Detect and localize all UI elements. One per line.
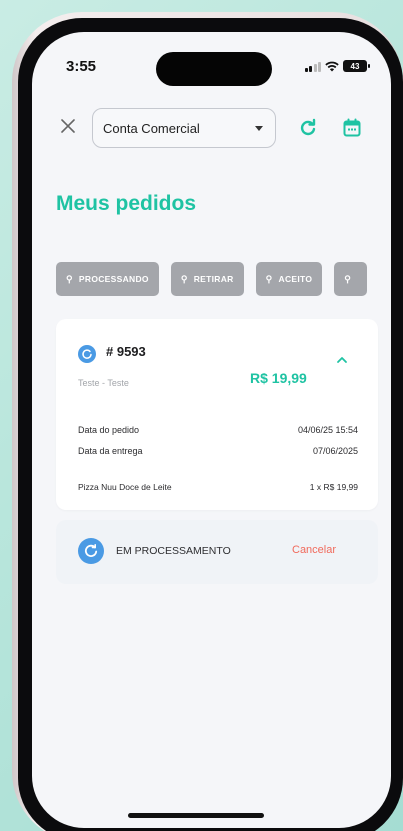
cancel-order-button[interactable]: Cancelar (292, 544, 336, 556)
detail-row-delivery-date: Data da entrega 07/06/2025 (78, 446, 358, 456)
filter-chip-label: PROCESSANDO (78, 274, 149, 284)
account-select[interactable]: Conta Comercial (92, 108, 276, 148)
home-indicator[interactable] (128, 813, 264, 818)
status-filter-chips: ⚲ PROCESSANDO ⚲ RETIRAR ⚲ ACEITO ⚲ (56, 262, 368, 296)
cellular-signal-icon (304, 61, 321, 72)
item-qty-price: 1 x R$ 19,99 (309, 482, 358, 492)
refresh-button[interactable] (298, 118, 318, 138)
wifi-icon (325, 61, 339, 71)
phone-bezel: 3:55 43 Conta Comercial Meus pedidos ⚲ P… (18, 18, 403, 831)
top-bar: Conta Comercial (32, 108, 391, 150)
battery-level: 43 (350, 61, 360, 71)
chevron-down-icon (255, 125, 263, 131)
close-icon (61, 119, 75, 133)
processing-status-icon (78, 345, 96, 363)
filter-chip-processando[interactable]: ⚲ PROCESSANDO (56, 262, 159, 296)
account-select-value: Conta Comercial (103, 120, 200, 136)
phone-frame: 3:55 43 Conta Comercial Meus pedidos ⚲ P… (12, 12, 403, 831)
filter-chip-retirar[interactable]: ⚲ RETIRAR (170, 262, 244, 296)
search-icon: ⚲ (265, 273, 273, 284)
dynamic-island (156, 52, 272, 86)
status-time: 3:55 (66, 58, 97, 75)
order-total: R$ 19,99 (250, 370, 307, 386)
chevron-up-icon[interactable] (336, 355, 348, 365)
order-item-row: Pizza Nuu Doce de Leite 1 x R$ 19,99 (78, 482, 358, 492)
item-name: Pizza Nuu Doce de Leite (78, 482, 172, 492)
order-status-bar: EM PROCESSAMENTO Cancelar (56, 520, 378, 584)
search-icon: ⚲ (344, 273, 352, 284)
calendar-button[interactable] (342, 118, 362, 138)
status-icons: 43 (304, 60, 370, 72)
processing-status-icon (78, 538, 104, 564)
filter-chip-label: ACEITO (278, 274, 313, 284)
filter-chip-more[interactable]: ⚲ (334, 262, 368, 296)
detail-label: Data da entrega (78, 446, 143, 456)
detail-value: 07/06/2025 (312, 446, 358, 456)
app-screen: 3:55 43 Conta Comercial Meus pedidos ⚲ P… (32, 32, 391, 828)
filter-chip-aceito[interactable]: ⚲ ACEITO (255, 262, 323, 296)
order-card[interactable]: # 9593 Teste - Teste R$ 19,99 Data do pe… (56, 319, 378, 510)
detail-label: Data do pedido (78, 425, 140, 435)
detail-row-order-date: Data do pedido 04/06/25 15:54 (78, 425, 358, 435)
close-button[interactable] (58, 116, 78, 136)
page-title: Meus pedidos (56, 192, 197, 215)
detail-value: 04/06/25 15:54 (297, 425, 358, 435)
order-status-label: EM PROCESSAMENTO (116, 545, 231, 557)
calendar-icon (343, 118, 361, 137)
battery-icon: 43 (343, 60, 370, 72)
search-icon: ⚲ (180, 273, 188, 284)
order-customer: Teste - Teste (78, 378, 129, 388)
refresh-icon (300, 118, 316, 136)
search-icon: ⚲ (66, 273, 73, 284)
order-number: # 9593 (106, 344, 146, 359)
filter-chip-label: RETIRAR (193, 274, 234, 284)
status-bar: 3:55 43 (32, 52, 391, 86)
